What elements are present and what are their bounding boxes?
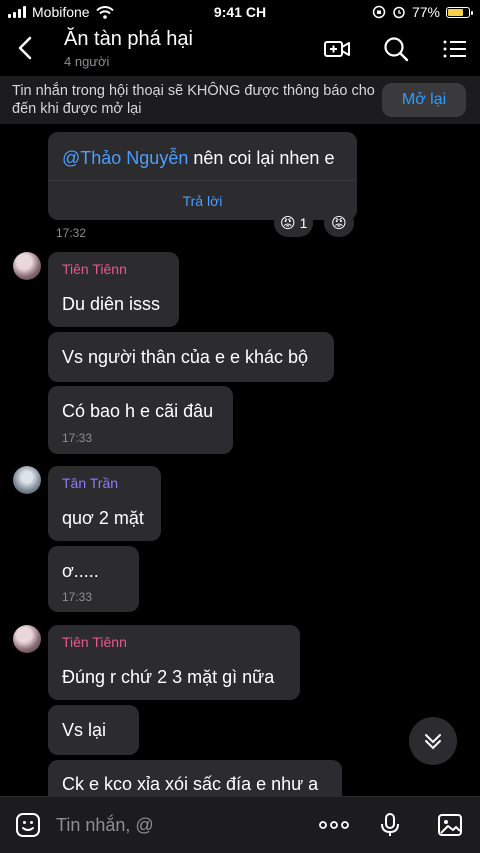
message-bubble[interactable]: Vs lại: [48, 705, 139, 755]
search-icon[interactable]: [381, 34, 411, 64]
message-time: 17:32: [56, 226, 87, 240]
message-bubble[interactable]: Tiên Tiênn Du diên isss: [48, 252, 179, 327]
message-text: quơ 2 mặt: [62, 508, 144, 528]
sender-name[interactable]: Tiên Tiênn: [62, 634, 127, 650]
member-count: 4 người: [64, 54, 110, 69]
message-text: @Thảo Nguyễn nên coi lại nhen e: [62, 148, 334, 169]
message-bubble[interactable]: Vs người thân của e e khác bộ: [48, 332, 334, 382]
angry-reaction-icon: 😡: [280, 215, 296, 232]
battery-percent: 77%: [411, 4, 440, 20]
mute-banner: Tin nhắn trong hội thoại sẽ KHÔNG được t…: [0, 76, 480, 124]
status-right: 77%: [372, 4, 473, 20]
menu-list-icon[interactable]: [440, 34, 470, 64]
conversation-title[interactable]: Ăn tàn phá hại: [64, 28, 193, 51]
battery-icon: [446, 6, 473, 18]
reply-button[interactable]: Trả lời: [48, 193, 357, 209]
mention-link[interactable]: @Thảo Nguyễn: [62, 148, 188, 168]
more-options-icon[interactable]: [318, 811, 350, 839]
message-time: 17:33: [62, 590, 93, 604]
message-input[interactable]: Tin nhắn, @: [56, 815, 154, 836]
message-text: Ck e kco xỉa xói sấc đía e như a: [62, 774, 319, 794]
message-bubble[interactable]: Tiên Tiênn Đúng r chứ 2 3 mặt gì nữa: [48, 625, 300, 700]
message-bubble[interactable]: Ck e kco xỉa xói sấc đía e như a: [48, 760, 342, 796]
unmute-button[interactable]: Mở lại: [382, 83, 466, 117]
video-call-icon[interactable]: [322, 34, 352, 64]
message-body: nên coi lại nhen e: [188, 148, 335, 168]
add-reaction-button[interactable]: 😡: [324, 209, 354, 237]
avatar[interactable]: [13, 466, 41, 494]
chat-header: Ăn tàn phá hại 4 người: [0, 24, 480, 76]
message-text: Có bao h e cãi đâu: [62, 401, 214, 421]
mute-banner-text: Tin nhắn trong hội thoại sẽ KHÔNG được t…: [12, 83, 375, 117]
message-time: 17:33: [62, 431, 93, 445]
message-composer: Tin nhắn, @: [0, 796, 480, 853]
sender-name[interactable]: Tiên Tiênn: [62, 261, 127, 277]
message-bubble[interactable]: ơ..... 17:33: [48, 546, 139, 612]
message-list[interactable]: @Thảo Nguyễn nên coi lại nhen e Trả lời …: [0, 124, 480, 796]
image-gallery-icon[interactable]: [436, 811, 464, 839]
message-text: ơ.....: [62, 561, 99, 581]
chevrons-down-icon: [425, 734, 441, 750]
angry-reaction-icon: 😡: [331, 215, 347, 232]
back-arrow-icon[interactable]: [14, 34, 38, 62]
sticker-emoji-icon[interactable]: [14, 811, 42, 839]
orientation-lock-icon: [372, 5, 386, 19]
message-text: Du diên isss: [62, 294, 161, 314]
message-bubble[interactable]: @Thảo Nguyễn nên coi lại nhen e Trả lời: [48, 132, 357, 220]
scroll-to-bottom-button[interactable]: [409, 717, 457, 765]
avatar[interactable]: [13, 252, 41, 280]
sender-name[interactable]: Tân Trần: [62, 475, 118, 491]
message-bubble[interactable]: Có bao h e cãi đâu 17:33: [48, 386, 233, 454]
alarm-icon: [393, 6, 405, 19]
reaction-count: 1: [299, 215, 308, 231]
microphone-icon[interactable]: [376, 811, 404, 839]
status-bar: Mobifone 9:41 CH 77%: [0, 0, 480, 24]
avatar[interactable]: [13, 625, 41, 653]
message-text: Vs người thân của e e khác bộ: [62, 347, 309, 367]
divider: [48, 180, 357, 181]
reaction-summary[interactable]: 😡 1: [274, 209, 314, 237]
message-text: Vs lại: [62, 720, 107, 740]
message-text: Đúng r chứ 2 3 mặt gì nữa: [62, 667, 275, 687]
message-bubble[interactable]: Tân Trần quơ 2 mặt: [48, 466, 161, 541]
